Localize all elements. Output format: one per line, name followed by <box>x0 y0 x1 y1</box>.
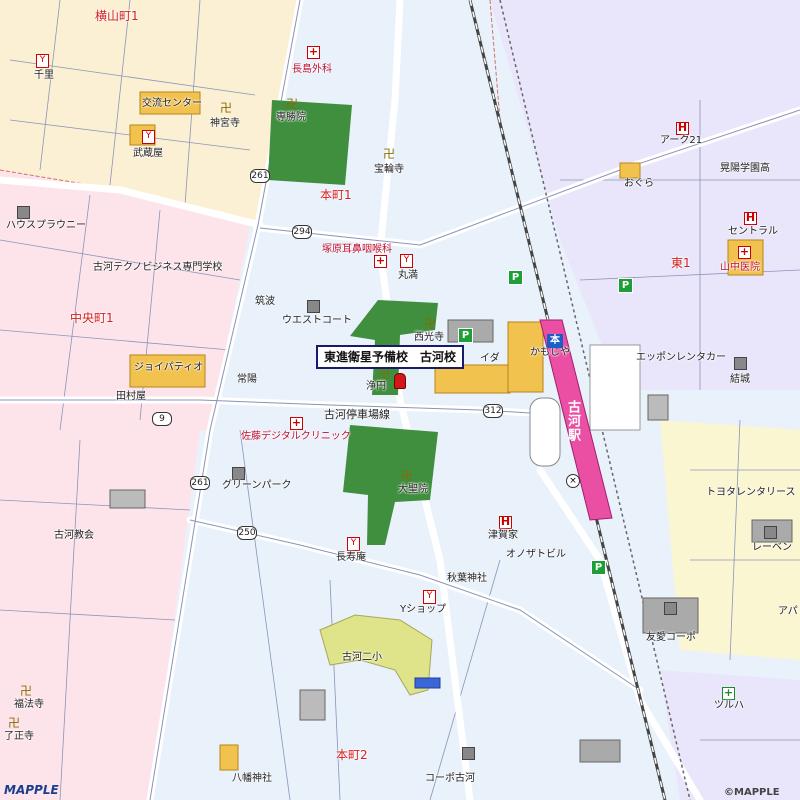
station-badge[interactable]: 本 <box>547 334 563 348</box>
restaurant-icon[interactable]: Y <box>400 254 413 268</box>
hospital-icon[interactable]: H <box>744 212 757 225</box>
poi-label: 田村屋 <box>116 391 146 402</box>
poi-label: 津賀家 <box>488 530 518 541</box>
parking-icon[interactable]: P <box>618 278 633 293</box>
location-pin-icon[interactable] <box>394 373 406 389</box>
poi-label: コーポ古河 <box>425 773 475 784</box>
temple-icon[interactable]: 卍 <box>286 98 298 110</box>
district-label: 東1 <box>671 256 691 270</box>
building-icon[interactable] <box>462 747 475 760</box>
poi-label: 晃陽学園高 <box>720 163 770 174</box>
poi-label: 古河テクノビジネス専門学校 <box>93 262 223 273</box>
poi-label: 千里 <box>34 70 54 81</box>
poi-label: 福法寺 <box>14 699 44 710</box>
parking-icon[interactable]: P <box>591 560 606 575</box>
building-icon[interactable] <box>17 206 30 219</box>
poi-label: 塚原耳鼻咽喉科 <box>322 244 392 255</box>
district-label: 本町2 <box>336 748 368 762</box>
poi-label: レーベン <box>752 542 792 553</box>
poi-label: ウエストコート <box>282 315 352 326</box>
poi-label: 秋葉神社 <box>447 573 487 584</box>
restaurant-icon[interactable]: Y <box>142 130 155 144</box>
poi-label: 筑波 <box>255 296 275 307</box>
route-shield: 261 <box>250 169 270 183</box>
poi-label: 古河教会 <box>54 530 94 541</box>
poi-label: 長島外科 <box>292 64 332 75</box>
road-label: 古河停車場線 <box>324 408 390 421</box>
hospital-icon[interactable]: + <box>374 255 387 268</box>
poi-label: トヨタレンタリース <box>706 487 796 498</box>
poi-label: 神宮寺 <box>210 118 240 129</box>
poi-label: ハウスプラウニー <box>6 220 86 231</box>
station-name[interactable]: 古河駅 <box>565 400 580 442</box>
hospital-icon[interactable]: + <box>307 46 320 59</box>
temple-icon[interactable]: 卍 <box>383 148 395 160</box>
route-shield: 9 <box>152 412 172 426</box>
building-icon[interactable] <box>664 602 677 615</box>
poi-label: 山中医院 <box>720 262 760 273</box>
temple-icon[interactable]: 卍 <box>220 102 232 114</box>
temple-icon[interactable]: 卍 <box>8 717 20 729</box>
poi-label: アーク21 <box>660 135 703 146</box>
station-exit-icon: × <box>566 474 580 488</box>
building-icon[interactable] <box>232 467 245 480</box>
poi-label: かもじや <box>530 347 570 358</box>
temple-icon[interactable]: 卍 <box>20 685 32 697</box>
poi-label: エッポンレンタカー <box>636 352 726 363</box>
poi-label: 大聖院 <box>398 484 428 495</box>
poi-label: オノザトビル <box>506 549 566 560</box>
mapple-logo: MAPPLE <box>4 783 59 797</box>
poi-label: 武蔵屋 <box>133 148 163 159</box>
parking-icon[interactable]: P <box>458 328 473 343</box>
poi-label: 友愛コーポ <box>646 632 696 643</box>
parking-icon[interactable]: P <box>508 270 523 285</box>
poi-label: イダ <box>480 353 500 364</box>
poi-label: 西光寺 <box>414 332 444 343</box>
poi-label: 常陽 <box>237 374 257 385</box>
poi-label: おぐら <box>624 178 654 189</box>
poi-label: 了正寺 <box>4 731 34 742</box>
building-icon[interactable] <box>734 357 747 370</box>
temple-icon[interactable]: 卍 <box>401 470 413 482</box>
location-callout[interactable]: 東進衛星予備校 古河校 <box>316 345 465 369</box>
hospital-icon[interactable]: H <box>499 516 512 529</box>
pharmacy-icon[interactable]: + <box>722 687 735 700</box>
poi-label: 八幡神社 <box>232 773 272 784</box>
poi-label: 古河二小 <box>342 652 382 663</box>
poi-label: 丸満 <box>398 270 418 281</box>
poi-label: ジョイパティオ <box>134 362 204 373</box>
hospital-icon[interactable]: + <box>738 246 751 259</box>
poi-label: ツルハ <box>714 700 744 711</box>
hospital-icon[interactable]: H <box>676 122 689 135</box>
building-icon[interactable] <box>764 526 777 539</box>
poi-label: 専勝院 <box>276 112 306 123</box>
district-label: 横山町1 <box>95 9 139 23</box>
restaurant-icon[interactable]: Y <box>36 54 49 68</box>
poi-label: 浄円 <box>366 381 386 392</box>
route-shield: 294 <box>292 225 312 239</box>
poi-label: Yショップ <box>400 604 447 615</box>
poi-label: 長寿庵 <box>336 552 366 563</box>
route-shield: 312 <box>483 404 503 418</box>
route-shield: 250 <box>237 526 257 540</box>
district-label: 本町1 <box>320 188 352 202</box>
poi-label: アパ <box>778 606 798 617</box>
restaurant-icon[interactable]: Y <box>347 537 360 551</box>
district-label: 中央町1 <box>70 311 114 325</box>
temple-icon[interactable]: 卍 <box>378 368 390 380</box>
hospital-icon[interactable]: + <box>290 417 303 430</box>
poi-label: 佐藤デジタルクリニック <box>241 431 351 442</box>
copyright-text: ©MAPPLE <box>724 787 780 798</box>
poi-label: グリーンパーク <box>222 480 292 491</box>
restaurant-icon[interactable]: Y <box>423 590 436 604</box>
poi-label: セントラル <box>728 226 778 237</box>
building-icon[interactable] <box>307 300 320 313</box>
poi-label: 結城 <box>730 374 750 385</box>
poi-label: 宝輪寺 <box>374 164 404 175</box>
poi-label: 交流センター <box>142 98 202 109</box>
map-canvas[interactable]: 261 294 9 312 261 250 Y 卍 Y + 卍 卍 + Y 卍 … <box>0 0 800 800</box>
temple-icon[interactable]: 卍 <box>424 318 436 330</box>
route-shield: 261 <box>190 476 210 490</box>
